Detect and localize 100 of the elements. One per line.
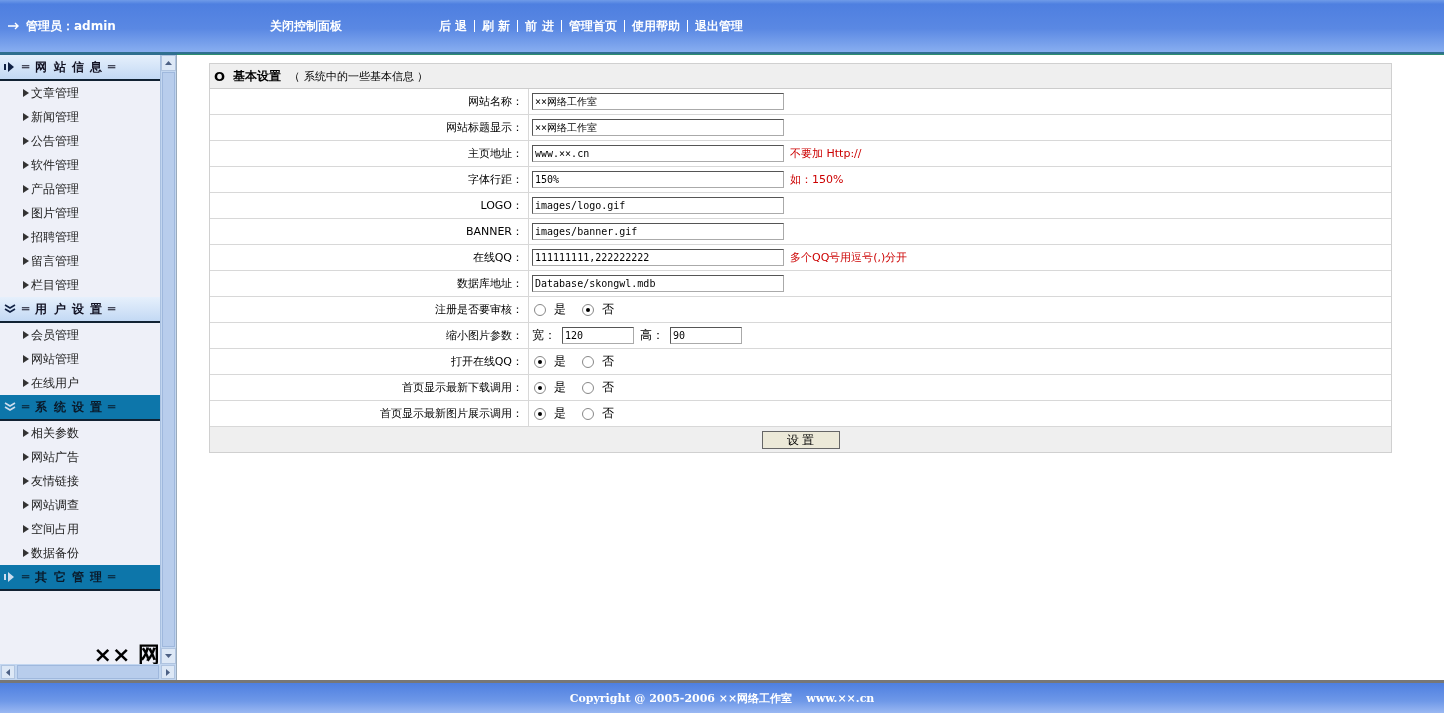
- nav-link[interactable]: 使用帮助: [623, 20, 687, 32]
- sidebar-link[interactable]: 网站管理: [31, 350, 79, 368]
- radio-button[interactable]: [582, 303, 594, 316]
- triangle-icon: [23, 331, 29, 339]
- triangle-icon: [23, 453, 29, 461]
- radio-label: 否: [602, 405, 614, 422]
- field-label: 数据库地址：: [457, 276, 523, 291]
- sidebar-link[interactable]: 在线用户: [31, 374, 79, 392]
- horizontal-scrollbar[interactable]: [0, 664, 176, 680]
- panel-title: 基本设置: [233, 67, 282, 85]
- close-panel-link[interactable]: 关闭控制面板: [270, 17, 432, 35]
- nav-link[interactable]: 管理首页: [560, 20, 624, 32]
- panel-subtitle: （ 系统中的一些基本信息 ）: [289, 68, 429, 84]
- sidebar-link[interactable]: 数据备份: [31, 544, 79, 562]
- sidebar-section-header[interactable]: ═ 网 站 信 息 ═: [0, 55, 160, 81]
- sidebar-link[interactable]: 新闻管理: [31, 108, 79, 126]
- triangle-icon: [23, 89, 29, 97]
- triangle-icon: [23, 137, 29, 145]
- nav-link[interactable]: 后 退: [432, 20, 475, 32]
- triangle-icon: [23, 379, 29, 387]
- text-input[interactable]: ××网络工作室: [532, 93, 784, 110]
- radio-button[interactable]: [534, 381, 546, 394]
- field-label: BANNER：: [465, 224, 523, 239]
- nav-link[interactable]: 刷 新: [474, 20, 518, 32]
- sidebar-link[interactable]: 留言管理: [31, 252, 79, 270]
- triangle-icon: [23, 281, 29, 289]
- sidebar-link[interactable]: 文章管理: [31, 84, 79, 102]
- number-input[interactable]: 90: [670, 327, 742, 344]
- triangle-icon: [23, 161, 29, 169]
- sidebar-section-header[interactable]: ═ 其 它 管 理 ═: [0, 565, 160, 591]
- sidebar-link[interactable]: 产品管理: [31, 180, 79, 198]
- sidebar-section-header[interactable]: ═ 用 户 设 置 ═: [0, 297, 160, 323]
- sidebar-link[interactable]: 相关参数: [31, 424, 79, 442]
- scroll-thumb[interactable]: [17, 665, 159, 679]
- sidebar-link[interactable]: 栏目管理: [31, 276, 79, 294]
- hint-text: 如：150%: [790, 172, 844, 187]
- field-label: 缩小图片参数：: [446, 328, 523, 343]
- radio-button[interactable]: [534, 303, 546, 316]
- field-label: 主页地址：: [468, 146, 523, 161]
- scroll-up-button[interactable]: [161, 55, 176, 71]
- radio-button[interactable]: [582, 381, 594, 394]
- field-label: 字体行距：: [468, 172, 523, 187]
- radio-button[interactable]: [534, 407, 546, 420]
- sidebar-link[interactable]: 公告管理: [31, 132, 79, 150]
- text-input[interactable]: 111111111,222222222: [532, 249, 784, 266]
- radio-label: 是: [554, 405, 566, 422]
- radio-label: 否: [602, 353, 614, 370]
- sidebar-link[interactable]: 网站调查: [31, 496, 79, 514]
- sidebar-link[interactable]: 软件管理: [31, 156, 79, 174]
- heading-marker: O: [214, 68, 226, 84]
- text-input[interactable]: images/banner.gif: [532, 223, 784, 240]
- nav-link[interactable]: 退出管理: [686, 20, 750, 32]
- triangle-icon: [23, 429, 29, 437]
- sidebar-link[interactable]: 招聘管理: [31, 228, 79, 246]
- triangle-icon: [23, 209, 29, 217]
- scroll-right-button[interactable]: [161, 665, 175, 679]
- triangle-icon: [23, 525, 29, 533]
- number-input[interactable]: 120: [562, 327, 634, 344]
- sidebar-link[interactable]: 空间占用: [31, 520, 79, 538]
- submit-button[interactable]: 设 置: [761, 430, 840, 449]
- admin-label: 管理员：admin: [26, 17, 116, 35]
- triangle-icon: [23, 185, 29, 193]
- scroll-thumb[interactable]: [162, 72, 175, 647]
- radio-label: 是: [554, 353, 566, 370]
- sidebar-section-header[interactable]: ═ 系 统 设 置 ═: [0, 395, 160, 421]
- field-label: 首页显示最新下载调用：: [402, 380, 523, 395]
- triangle-icon: [23, 501, 29, 509]
- field-label: 注册是否要审核：: [435, 302, 523, 317]
- field-label: LOGO：: [480, 198, 523, 213]
- field-label: 在线QQ：: [472, 250, 523, 265]
- triangle-icon: [23, 233, 29, 241]
- hint-text: 不要加 Http://: [790, 146, 862, 161]
- triangle-icon: [23, 113, 29, 121]
- chevron-down-icon: [4, 402, 16, 412]
- text-input[interactable]: Database/skongwl.mdb: [532, 275, 784, 292]
- field-label: 网站名称：: [468, 94, 523, 109]
- sidebar-link[interactable]: 图片管理: [31, 204, 79, 222]
- radio-button[interactable]: [582, 355, 594, 368]
- left-arrow-icon: [6, 668, 10, 676]
- sidebar-link[interactable]: 会员管理: [31, 326, 79, 344]
- nav-link[interactable]: 前 进: [517, 20, 561, 32]
- vertical-scrollbar[interactable]: [160, 55, 176, 664]
- triangle-icon: [23, 257, 29, 265]
- radio-label: 否: [602, 379, 614, 396]
- radio-button[interactable]: [582, 407, 594, 420]
- radio-button[interactable]: [534, 355, 546, 368]
- field-label: 网站标题显示：: [446, 120, 523, 135]
- sidebar-link[interactable]: 网站广告: [31, 448, 79, 466]
- scroll-down-button[interactable]: [161, 648, 176, 664]
- text-input[interactable]: 150%: [532, 171, 784, 188]
- text-input[interactable]: images/logo.gif: [532, 197, 784, 214]
- radio-label: 是: [554, 379, 566, 396]
- scroll-left-button[interactable]: [1, 665, 15, 679]
- text-input[interactable]: ××网络工作室: [532, 119, 784, 136]
- sidebar-link[interactable]: 友情链接: [31, 472, 79, 490]
- chevron-down-icon: [4, 304, 16, 314]
- down-arrow-icon: [165, 654, 172, 658]
- hint-text: 多个QQ号用逗号(,)分开: [790, 250, 908, 265]
- text-input[interactable]: www.××.cn: [532, 145, 784, 162]
- radio-label: 否: [602, 301, 614, 318]
